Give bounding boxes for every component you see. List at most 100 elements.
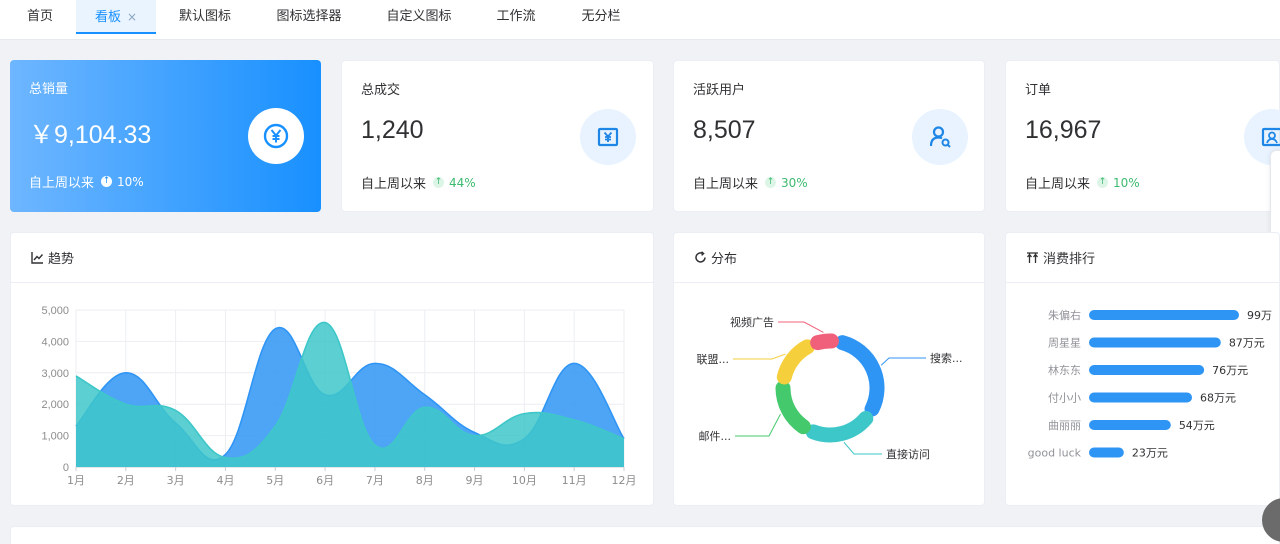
line-chart-icon [30,251,44,265]
rank-value: 68万元 [1200,392,1236,405]
stat-pct: 30% [781,175,808,190]
panel-title: 消费排行 [1043,252,1096,267]
x-tick-label: 3月 [167,474,185,487]
rank-name: 付小小 [1048,392,1081,405]
stat-card-orders: 订单 16,967 自上周以来 ↑ 10% [1005,60,1280,212]
rank-name: 朱偏右 [1048,308,1081,322]
x-tick-label: 4月 [216,474,234,487]
x-tick-label: 11月 [562,474,587,487]
tab-label: 图标选择器 [276,9,342,24]
stat-card-sales: 总销量 ￥9,104.33 自上周以来 ↑ 10% [10,60,321,212]
rank-bar [1089,420,1171,430]
stat-title: 订单 [1025,83,1052,98]
y-tick-label: 3,000 [41,368,69,380]
x-tick-label: 7月 [366,474,384,487]
pie-slice [775,380,811,435]
pie-slice [835,335,885,417]
pie-label: 直接访问 [886,447,930,461]
tab-dashboard[interactable]: 看板 × [76,0,156,34]
tab-icon-selector[interactable]: 图标选择器 [268,0,350,34]
stat-foot-label: 自上周以来 [361,177,427,192]
stat-footer: 自上周以来 ↑ 10% [29,172,144,192]
panel-header: 分布 [674,233,984,283]
y-tick-label: 2,000 [41,399,69,411]
ranking-panel: 消费排行 朱偏右 99万 周星星 87万元 林东东 76万元 付小小 68万元 曲丽丽 54万元 g… [1005,232,1280,506]
close-icon[interactable]: × [127,10,137,24]
y-tick-label: 0 [63,462,69,474]
stat-pct: 44% [449,175,476,190]
pie-label-line [778,321,824,333]
tab-default-icons[interactable]: 默认图标 [170,0,240,34]
stat-title: 总成交 [361,83,401,98]
y-tick-label: 1,000 [41,431,69,443]
tab-label: 无分栏 [581,9,621,24]
bottom-panel [10,526,1280,544]
user-search-icon [912,109,968,165]
x-tick-label: 8月 [416,474,434,487]
pie-slice [776,339,815,385]
pie-slice [805,410,874,443]
rank-bar [1089,310,1239,320]
stat-value: 8,507 [693,116,756,144]
stat-foot-label: 自上周以来 [1025,177,1091,192]
rank-bar [1089,392,1193,403]
rank-bar [1089,447,1124,458]
rank-name: 林东东 [1048,363,1081,377]
x-tick-label: 1月 [67,474,85,487]
pie-label-line [880,357,926,366]
tab-home[interactable]: 首页 [17,0,63,34]
pie-label: 联盟... [697,353,730,366]
rank-bar [1089,365,1205,375]
money-icon [580,109,636,165]
x-tick-label: 9月 [466,474,484,487]
x-tick-label: 12月 [612,474,637,487]
trend-panel: 趋势 0 1,000 2,000 3,000 4,000 5,000 1月 2月 3月 4月 5月 6… [10,232,654,506]
pie-label-line [843,441,882,455]
stat-footer: 自上周以来 ↑ 44% [361,173,476,193]
tab-label: 首页 [26,9,53,24]
panel-title: 分布 [711,252,738,267]
arrow-up-icon: ↑ [433,177,445,188]
stat-title: 总销量 [29,82,69,97]
rank-name: 曲丽丽 [1048,419,1081,432]
stat-title: 活跃用户 [693,83,746,98]
yen-icon [248,108,304,164]
stat-foot-label: 自上周以来 [29,176,95,191]
panel-header: 消费排行 [1006,233,1279,283]
tab-bar: 首页 看板 × 默认图标 图标选择器 自定义图标 工作流 无分栏 [0,0,1280,40]
ranking-chart: 朱偏右 99万周星星 87万元林东东 76万元付小小 68万元曲丽丽 54万元 good l… [1028,308,1272,460]
stat-footer: 自上周以来 ↑ 10% [1025,173,1140,193]
x-tick-label: 2月 [117,474,135,487]
tab-label: 看板 [94,10,121,25]
x-tick-label: 6月 [316,474,334,487]
tab-label: 默认图标 [178,9,231,24]
arrow-up-icon: ↑ [1097,177,1109,188]
rank-name: good luck [1028,447,1082,460]
distribution-panel: 分布 搜索... 直接访问 邮件... 联盟... 视频广告 [673,232,985,506]
stat-value: 1,240 [361,116,424,144]
panel-title: 趋势 [48,252,75,267]
tab-workflow[interactable]: 工作流 [487,0,545,34]
stat-footer: 自上周以来 ↑ 30% [693,173,808,193]
rank-name: 周星星 [1048,337,1081,350]
arrow-up-icon: ↑ [765,177,777,188]
stat-foot-label: 自上周以来 [693,177,759,192]
tab-no-split[interactable]: 无分栏 [572,0,630,34]
y-tick-label: 5,000 [41,305,69,317]
rank-value: 23万元 [1132,447,1168,460]
rank-value: 87万元 [1229,337,1265,350]
rank-value: 99万 [1247,309,1272,322]
pie-label-line [735,413,781,437]
y-tick-label: 4,000 [41,336,69,348]
rank-value: 54万元 [1179,419,1215,432]
stat-pct: 10% [1113,175,1140,190]
tab-custom-icons[interactable]: 自定义图标 [378,0,460,34]
sort-icon [1025,251,1039,265]
series-area [76,322,624,467]
distribution-chart: 搜索... 直接访问 邮件... 联盟... 视频广告 [697,315,963,461]
pie-label: 搜索... [930,351,963,365]
pie-label: 邮件... [699,430,732,443]
arrow-up-icon: ↑ [101,176,113,187]
pie-label-line [733,353,786,360]
stat-card-deals: 总成交 1,240 自上周以来 ↑ 44% [341,60,654,212]
